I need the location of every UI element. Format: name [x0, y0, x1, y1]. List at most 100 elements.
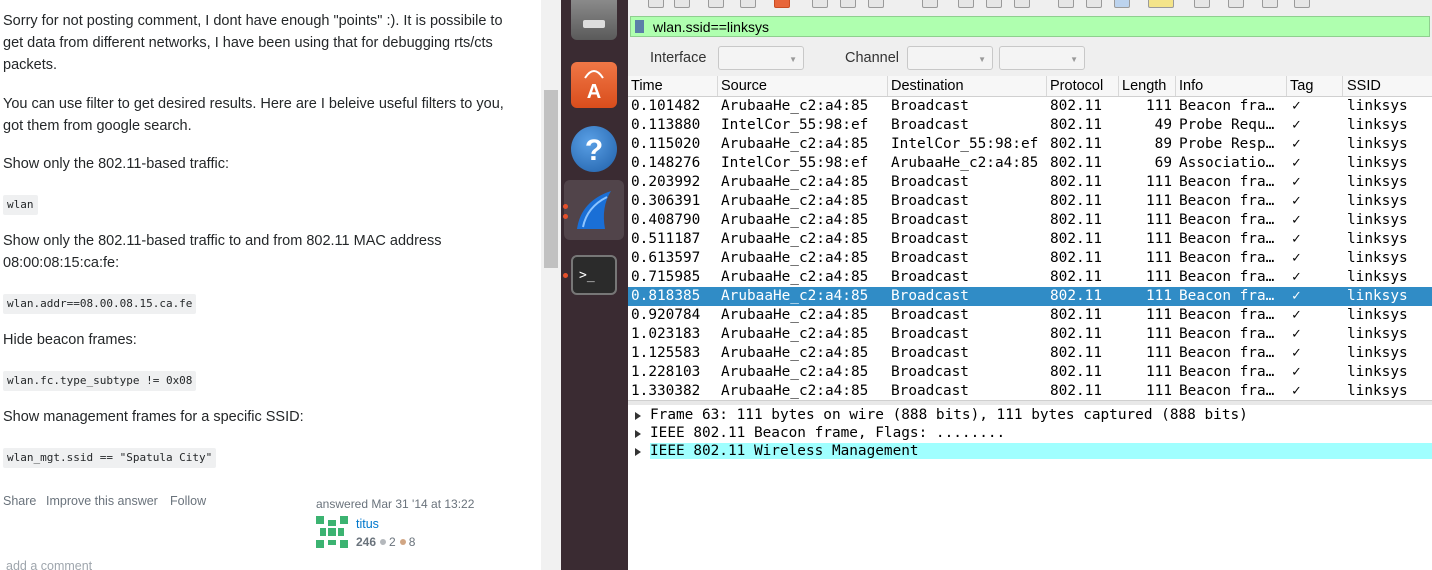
detail-text: IEEE 802.11 Wireless Management: [650, 443, 1432, 459]
packet-row[interactable]: 0.715985 ArubaaHe_c2:a4:85 Broadcast 802.11…: [628, 268, 1432, 287]
toolbar-button-icon[interactable]: [648, 0, 664, 8]
cell-source: ArubaaHe_c2:a4:85: [721, 174, 869, 190]
share-link[interactable]: Share: [3, 494, 36, 508]
cell-ssid: linksys: [1347, 98, 1408, 114]
toolbar-button-icon[interactable]: [1148, 0, 1174, 8]
toolbar-button-icon[interactable]: [1262, 0, 1278, 8]
cell-length: 111: [1146, 345, 1172, 361]
expand-arrow-icon[interactable]: [635, 448, 641, 456]
toolbar-button-icon[interactable]: [1014, 0, 1030, 8]
packet-row[interactable]: 0.511187 ArubaaHe_c2:a4:85 Broadcast 802.11…: [628, 230, 1432, 249]
packet-row[interactable]: 0.408790 ArubaaHe_c2:a4:85 Broadcast 802.11…: [628, 211, 1432, 230]
channel-select[interactable]: ▼: [907, 46, 993, 70]
column-header-ssid[interactable]: SSID: [1347, 78, 1381, 94]
user-avatar[interactable]: [316, 516, 348, 548]
add-comment-link[interactable]: add a comment: [6, 559, 92, 570]
cell-source: ArubaaHe_c2:a4:85: [721, 250, 869, 266]
cell-source: ArubaaHe_c2:a4:85: [721, 383, 869, 399]
cell-time: 0.511187: [631, 231, 701, 247]
toolbar-button-icon[interactable]: [922, 0, 938, 8]
code-snippet: wlan: [3, 195, 38, 215]
software-center-icon[interactable]: A: [571, 62, 617, 108]
column-header-destination[interactable]: Destination: [891, 78, 964, 94]
toolbar-button-icon[interactable]: [1294, 0, 1310, 8]
packet-row[interactable]: 1.330382 ArubaaHe_c2:a4:85 Broadcast 802.11…: [628, 382, 1432, 401]
answer-paragraph: Hide beacon frames:: [3, 332, 137, 348]
cell-protocol: 802.11: [1050, 231, 1102, 247]
toolbar-button-icon[interactable]: [868, 0, 884, 8]
help-icon[interactable]: ?: [571, 126, 617, 172]
bookmark-icon[interactable]: [635, 20, 644, 33]
expand-arrow-icon[interactable]: [635, 430, 641, 438]
toolbar-button-icon[interactable]: [1086, 0, 1102, 8]
packet-row[interactable]: 0.115020 ArubaaHe_c2:a4:85 IntelCor_55:98:…: [628, 135, 1432, 154]
interface-select[interactable]: ▼: [718, 46, 804, 70]
files-icon[interactable]: [571, 0, 617, 40]
detail-row-frame[interactable]: Frame 63: 111 bytes on wire (888 bits), …: [628, 407, 1432, 425]
toolbar-button-icon[interactable]: [774, 0, 790, 8]
user-name-link[interactable]: titus: [356, 517, 379, 531]
packet-row[interactable]: 1.125583 ArubaaHe_c2:a4:85 Broadcast 802.11…: [628, 344, 1432, 363]
column-header-length[interactable]: Length: [1122, 78, 1166, 94]
toolbar-button-icon[interactable]: [958, 0, 974, 8]
follow-link[interactable]: Follow: [170, 494, 206, 508]
toolbar-button-icon[interactable]: [840, 0, 856, 8]
column-header-info[interactable]: Info: [1179, 78, 1203, 94]
answer-panel: Sorry for not posting comment, I dont ha…: [0, 0, 541, 570]
page-scrollbar[interactable]: [541, 0, 561, 570]
improve-answer-link[interactable]: Improve this answer: [46, 494, 158, 508]
toolbar-button-icon[interactable]: [740, 0, 756, 8]
column-header-source[interactable]: Source: [721, 78, 767, 94]
cell-info: Associatio…: [1179, 155, 1275, 171]
toolbar-button-icon[interactable]: [812, 0, 828, 8]
silver-badge-count: 2: [389, 535, 396, 549]
packet-row[interactable]: 0.148276 IntelCor_55:98:ef ArubaaHe_c2:a4:…: [628, 154, 1432, 173]
cell-time: 0.113880: [631, 117, 701, 133]
packet-row[interactable]: 0.113880 IntelCor_55:98:ef Broadcast 802.11…: [628, 116, 1432, 135]
cell-protocol: 802.11: [1050, 117, 1102, 133]
packet-list[interactable]: Time Source Destination Protocol Length …: [628, 76, 1432, 400]
toolbar-button-icon[interactable]: [1114, 0, 1130, 8]
toolbar-button-icon[interactable]: [1194, 0, 1210, 8]
toolbar-button-icon[interactable]: [708, 0, 724, 8]
packet-row[interactable]: 0.920784 ArubaaHe_c2:a4:85 Broadcast 802.11…: [628, 306, 1432, 325]
toolbar-button-icon[interactable]: [986, 0, 1002, 8]
packet-row[interactable]: 1.023183 ArubaaHe_c2:a4:85 Broadcast 802.11…: [628, 325, 1432, 344]
cell-source: ArubaaHe_c2:a4:85: [721, 98, 869, 114]
cell-destination: Broadcast: [891, 212, 969, 228]
packet-row[interactable]: 0.306391 ArubaaHe_c2:a4:85 Broadcast 802.11…: [628, 192, 1432, 211]
cell-length: 111: [1146, 288, 1172, 304]
cell-time: 1.125583: [631, 345, 701, 361]
packet-row[interactable]: 0.101482 ArubaaHe_c2:a4:85 Broadcast 802.11…: [628, 97, 1432, 116]
column-header-time[interactable]: Time: [631, 78, 663, 94]
channel-type-select[interactable]: ▼: [999, 46, 1085, 70]
packet-row[interactable]: 0.203992 ArubaaHe_c2:a4:85 Broadcast 802.11…: [628, 173, 1432, 192]
scrollbar-thumb[interactable]: [544, 90, 558, 268]
display-filter-text[interactable]: wlan.ssid==linksys: [653, 19, 769, 35]
cell-source: ArubaaHe_c2:a4:85: [721, 269, 869, 285]
cell-time: 0.408790: [631, 212, 701, 228]
packet-row[interactable]: 0.613597 ArubaaHe_c2:a4:85 Broadcast 802.11…: [628, 249, 1432, 268]
expand-arrow-icon[interactable]: [635, 412, 641, 420]
cell-destination: Broadcast: [891, 231, 969, 247]
cell-ssid: linksys: [1347, 136, 1408, 152]
display-filter-input[interactable]: wlan.ssid==linksys: [630, 16, 1430, 37]
cell-protocol: 802.11: [1050, 136, 1102, 152]
packet-row[interactable]: 0.818385 ArubaaHe_c2:a4:85 Broadcast 802.11…: [628, 287, 1432, 306]
cell-tag: ✓: [1292, 212, 1301, 228]
column-header-protocol[interactable]: Protocol: [1050, 78, 1103, 94]
packet-details[interactable]: Frame 63: 111 bytes on wire (888 bits), …: [628, 405, 1432, 570]
toolbar-button-icon[interactable]: [674, 0, 690, 8]
ubuntu-launcher: A ? >_: [561, 0, 628, 570]
detail-row-wireless-management[interactable]: IEEE 802.11 Wireless Management: [628, 443, 1432, 461]
wireshark-icon[interactable]: [571, 187, 617, 233]
column-header-tag[interactable]: Tag: [1290, 78, 1313, 94]
cell-destination: Broadcast: [891, 307, 969, 323]
terminal-icon[interactable]: >_: [571, 255, 617, 295]
toolbar-button-icon[interactable]: [1228, 0, 1244, 8]
toolbar-button-icon[interactable]: [1058, 0, 1074, 8]
cell-tag: ✓: [1292, 345, 1301, 361]
svg-text:A: A: [587, 81, 601, 103]
packet-row[interactable]: 1.228103 ArubaaHe_c2:a4:85 Broadcast 802.11…: [628, 363, 1432, 382]
detail-row-beacon[interactable]: IEEE 802.11 Beacon frame, Flags: .......…: [628, 425, 1432, 443]
